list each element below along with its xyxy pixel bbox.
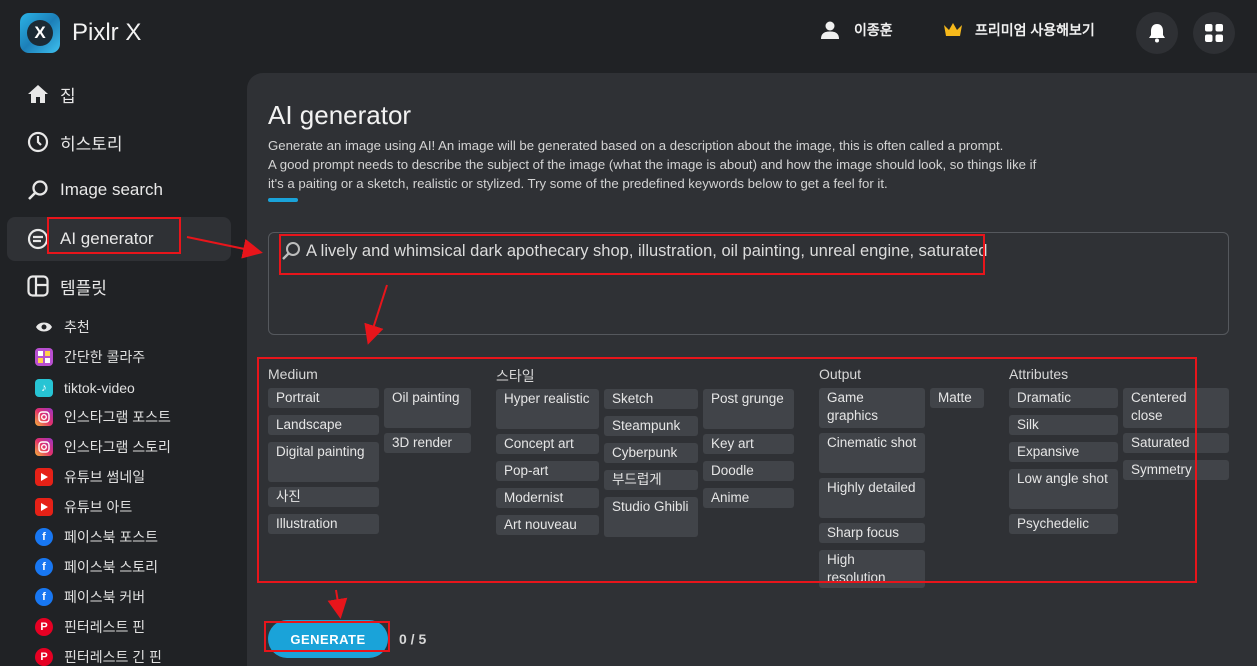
annotation-box [279, 234, 985, 275]
tiktok-icon: ♪ [35, 379, 53, 397]
generation-counter: 0 / 5 [399, 631, 427, 647]
template-item-label: 핀터레스트 긴 핀 [64, 649, 162, 665]
template-item-label: 유튜브 썸네일 [64, 469, 146, 485]
template-item-instagram-post[interactable]: 인스타그램 포스트 [35, 406, 171, 428]
sidebar-item-label: 히스토리 [60, 134, 123, 154]
facebook-icon: f [35, 558, 53, 576]
apps-button[interactable] [1193, 12, 1235, 54]
user-name: 이종훈 [854, 22, 893, 38]
app-logo[interactable]: X Pixlr X [20, 13, 141, 53]
template-item-label: tiktok-video [64, 380, 135, 396]
description-line: Generate an image using AI! An image wil… [268, 138, 1004, 153]
template-item-label: 인스타그램 포스트 [64, 409, 171, 425]
youtube-icon [35, 498, 53, 516]
template-item-recommended[interactable]: 추천 [35, 316, 90, 338]
sidebar-item-image-search[interactable]: Image search [7, 168, 231, 212]
search-icon [25, 177, 51, 203]
pixlr-logo-icon: X [20, 13, 60, 53]
sidebar-item-home[interactable]: 집 [7, 72, 231, 116]
instagram-icon [35, 438, 53, 456]
bell-icon [1149, 24, 1165, 43]
notifications-button[interactable] [1136, 12, 1178, 54]
template-item-youtube-thumbnail[interactable]: 유튜브 썸네일 [35, 466, 145, 488]
app-name: Pixlr X [72, 19, 142, 46]
pinterest-icon: P [35, 618, 53, 636]
template-item-label: 인스타그램 스토리 [64, 439, 171, 455]
eye-icon [35, 318, 53, 336]
clock-icon [25, 129, 51, 155]
collage-icon [35, 348, 53, 366]
logo-letter: X [27, 20, 53, 46]
template-item-pinterest-long-pin[interactable]: P 핀터레스트 긴 핀 [35, 646, 162, 666]
template-item-instagram-story[interactable]: 인스타그램 스토리 [35, 436, 171, 458]
annotation-box [257, 357, 1197, 583]
template-item-facebook-story[interactable]: f 페이스북 스토리 [35, 556, 158, 578]
pinterest-icon: P [35, 648, 53, 666]
sidebar-item-label: 템플릿 [60, 278, 107, 298]
premium-label: 프리미엄 사용해보기 [975, 22, 1095, 38]
template-item-facebook-post[interactable]: f 페이스북 포스트 [35, 526, 158, 548]
home-icon [25, 81, 51, 107]
youtube-icon [35, 468, 53, 486]
template-item-label: 간단한 콜라주 [64, 349, 146, 365]
facebook-icon: f [35, 528, 53, 546]
template-item-label: 페이스북 스토리 [64, 559, 159, 575]
sidebar-item-label: 집 [60, 86, 76, 106]
template-item-label: 핀터레스트 핀 [64, 619, 146, 635]
facebook-icon: f [35, 588, 53, 606]
sidebar-item-label: Image search [60, 180, 163, 199]
user-menu[interactable]: 이종훈 [820, 20, 893, 40]
instagram-icon [35, 408, 53, 426]
annotation-box [264, 621, 390, 652]
template-item-collage[interactable]: 간단한 콜라주 [35, 346, 145, 368]
grid-icon [1205, 24, 1223, 42]
template-item-label: 페이스북 포스트 [64, 529, 159, 545]
title-underline [268, 198, 298, 202]
description-line: A good prompt needs to describe the subj… [268, 157, 1037, 172]
description-line: it's a paiting or a sketch, realistic or… [268, 176, 888, 191]
annotation-box [47, 217, 181, 254]
template-item-youtube-art[interactable]: 유튜브 아트 [35, 496, 132, 518]
crown-icon [944, 23, 962, 36]
sidebar-item-history[interactable]: 히스토리 [7, 120, 231, 164]
template-icon [25, 273, 51, 299]
template-item-tiktok[interactable]: ♪ tiktok-video [35, 377, 135, 399]
template-item-pinterest-pin[interactable]: P 핀터레스트 핀 [35, 616, 145, 638]
page-description: Generate an image using AI! An image wil… [268, 136, 1168, 193]
premium-button[interactable]: 프리미엄 사용해보기 [943, 20, 1095, 40]
page-title: AI generator [268, 100, 412, 130]
template-item-label: 유튜브 아트 [64, 499, 133, 515]
template-item-label: 페이스북 커버 [64, 589, 146, 605]
template-item-facebook-cover[interactable]: f 페이스북 커버 [35, 586, 145, 608]
user-icon [821, 21, 839, 39]
sidebar-item-templates[interactable]: 템플릿 [7, 264, 231, 308]
template-item-label: 추천 [64, 319, 90, 335]
